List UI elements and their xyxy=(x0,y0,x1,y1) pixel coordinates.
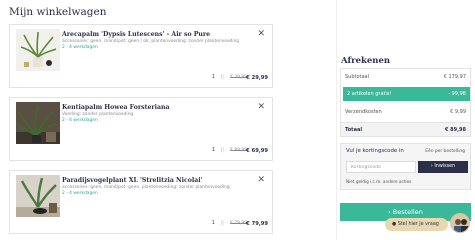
quantity-value[interactable]: 1 xyxy=(212,147,215,153)
product-image xyxy=(16,102,60,144)
quantity-stepper[interactable]: || xyxy=(221,220,224,226)
delivery-time: 2 - 4 werkdagen xyxy=(62,45,98,50)
product-image xyxy=(16,175,60,217)
coupon-box: Vul je kortingscode in Eén per bestellin… xyxy=(340,143,471,190)
subtotal-row: Subtotaal € 179,97 xyxy=(341,71,470,83)
old-price: € 89,99 xyxy=(230,148,247,153)
item-price: € 79,99 xyxy=(246,221,268,227)
quantity-stepper[interactable]: || xyxy=(221,74,224,80)
shipping-value: € 9,99 xyxy=(450,109,466,115)
product-name[interactable]: Arecapalm 'Dypsis Lutescens' - Air so Pu… xyxy=(62,31,210,38)
checkout-title: Afrekenen xyxy=(341,56,391,66)
quantity-value[interactable]: 1 xyxy=(212,220,215,226)
chat-button[interactable]: ● Stel hier je vraag xyxy=(385,218,448,231)
cart-item: Paradijsvogelplant XL 'Strelitzia Nicola… xyxy=(9,170,273,234)
remove-item-icon[interactable]: ✕ xyxy=(257,175,265,185)
order-summary: Subtotaal € 179,97 2 artikelen gratis! -… xyxy=(340,68,471,137)
old-price: € 39,99 xyxy=(230,75,247,80)
coupon-hint: Niet geldig i.c.m. andere acties xyxy=(346,179,412,184)
total-label: Totaal xyxy=(345,127,363,133)
old-price: € 79,99 xyxy=(230,221,247,226)
cart-item: Kentiapalm Howea Forsteriana Voeding: zo… xyxy=(9,97,273,161)
remove-item-icon[interactable]: ✕ xyxy=(257,102,265,112)
support-agents-avatar xyxy=(451,214,469,232)
subtotal-label: Subtotaal xyxy=(345,74,370,80)
product-options: accessoires: geen, mand/pot: geen / ok, … xyxy=(62,39,240,44)
coupon-label: Vul je kortingscode in xyxy=(346,148,404,154)
redeem-button[interactable]: › Inwissen xyxy=(418,161,468,173)
quantity-value[interactable]: 1 xyxy=(212,74,215,80)
product-name[interactable]: Kentiapalm Howea Forsteriana xyxy=(62,104,170,111)
delivery-time: 2 - 4 werkdagen xyxy=(62,191,98,196)
strelitzia-photo[interactable] xyxy=(16,175,60,217)
kentia-palm-photo[interactable] xyxy=(16,102,60,144)
cart-item: Arecapalm 'Dypsis Lutescens' - Air so Pu… xyxy=(9,24,273,88)
column-divider xyxy=(336,0,337,240)
discount-row: 2 artikelen gratis! - 99,98 xyxy=(343,87,470,101)
product-image xyxy=(16,29,60,71)
shipping-row: Verzendkosten € 9,99 xyxy=(341,106,470,118)
quantity-stepper[interactable]: || xyxy=(221,147,224,153)
coupon-note: Eén per bestelling xyxy=(425,149,465,154)
product-options: Voeding: zonder plantenvoeding xyxy=(62,112,134,117)
subtotal-value: € 179,97 xyxy=(443,74,466,80)
page-title: Mijn winkelwagen xyxy=(9,6,107,18)
areca-palm-photo[interactable] xyxy=(16,29,60,71)
remove-item-icon[interactable]: ✕ xyxy=(257,29,265,39)
chat-avatar-icon[interactable] xyxy=(450,213,470,233)
delivery-time: 2 - 4 werkdagen xyxy=(62,118,98,123)
shipping-label: Verzendkosten xyxy=(345,109,382,115)
product-name[interactable]: Paradijsvogelplant XL 'Strelitzia Nicola… xyxy=(62,177,203,184)
total-value: € 89,98 xyxy=(444,127,466,133)
item-price: € 29,99 xyxy=(246,75,268,81)
product-options: accessoires: geen, mand/pot: geen, plant… xyxy=(62,185,230,190)
coupon-code-input[interactable] xyxy=(346,161,416,173)
total-row: Totaal € 89,98 xyxy=(341,122,470,136)
discount-label: 2 artikelen gratis! xyxy=(347,91,392,97)
discount-value: - 99,98 xyxy=(448,91,466,97)
item-price: € 69,99 xyxy=(246,148,268,154)
